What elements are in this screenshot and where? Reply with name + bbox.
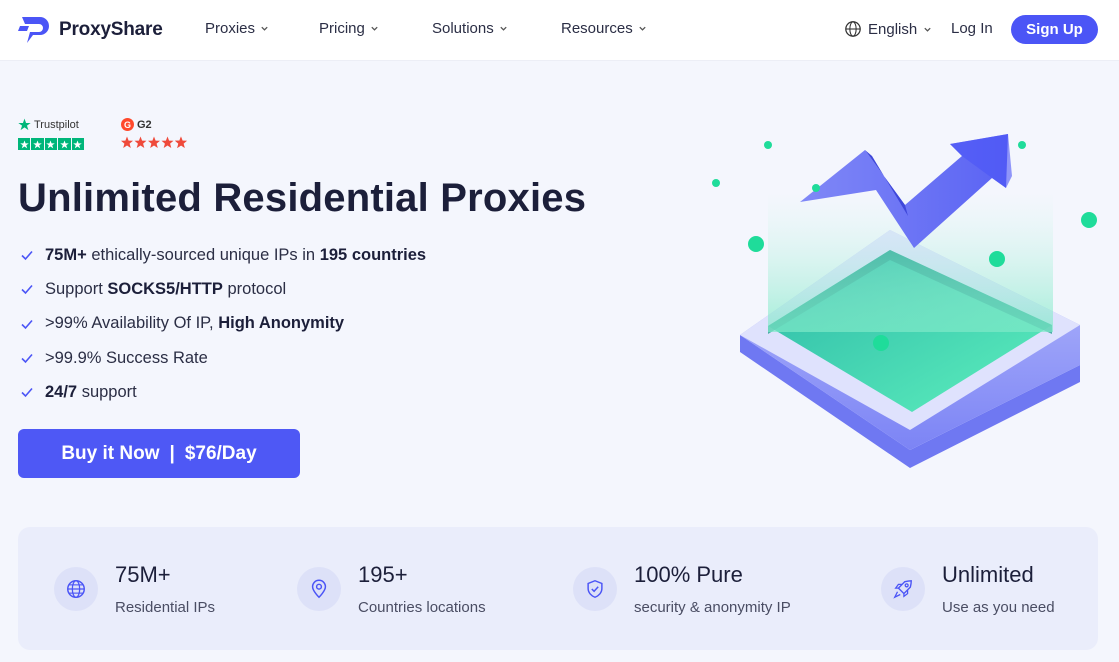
nav-resources[interactable]: Resources [561, 20, 647, 37]
feature-item: Support SOCKS5/HTTP protocol [18, 272, 426, 306]
chevron-down-icon [500, 26, 507, 31]
star-icon [31, 138, 44, 150]
mint-dot [764, 141, 772, 149]
stats-bar: 75M+ Residential IPs 195+ Countries loca… [18, 527, 1098, 650]
stat-value: 195+ [358, 561, 408, 587]
chevron-down-icon [639, 26, 646, 31]
shield-check-icon [587, 579, 603, 598]
nav-solutions-label: Solutions [432, 20, 494, 37]
g2-star-row-icon [121, 136, 187, 148]
check-icon [21, 354, 33, 364]
feature-text: >99% Availability Of IP, High Anonymity [45, 314, 345, 333]
buy-now-separator: | [169, 442, 175, 464]
check-icon [21, 388, 33, 398]
trustpilot-rating[interactable]: Trustpilot [18, 118, 84, 150]
chevron-down-icon [924, 27, 931, 32]
growth-platform-illustration [712, 134, 1097, 468]
stat-unlimited: Unlimited Use as you need [881, 527, 1055, 650]
nav-pricing-label: Pricing [319, 20, 365, 37]
stat-label: Countries locations [358, 598, 486, 616]
check-icon [21, 251, 33, 261]
brand-logo[interactable]: ProxyShare [18, 14, 163, 46]
location-pin-icon [311, 579, 327, 598]
nav-solutions[interactable]: Solutions [432, 20, 508, 37]
proxyshare-logo-icon [18, 17, 49, 43]
g2-label: G2 [137, 118, 152, 131]
g2-stars [121, 136, 189, 152]
star-icon [58, 138, 71, 150]
feature-text: 24/7 support [45, 382, 137, 401]
globe-icon [845, 21, 861, 37]
mint-dot [1081, 212, 1097, 228]
star-icon [18, 138, 31, 150]
signup-button[interactable]: Sign Up [1011, 15, 1098, 44]
check-icon [21, 319, 33, 329]
nav-proxies[interactable]: Proxies [205, 20, 269, 37]
buy-now-label: Buy it Now [61, 442, 160, 464]
mint-dot [712, 179, 720, 187]
nav-proxies-label: Proxies [205, 20, 256, 37]
g2-rating[interactable]: G G2 [121, 118, 189, 152]
stat-label: Residential IPs [115, 598, 216, 616]
mint-dot [748, 236, 764, 252]
language-label: English [868, 20, 918, 38]
feature-item: >99.9% Success Rate [18, 341, 426, 375]
mint-dot [1018, 141, 1026, 149]
star-icon [44, 138, 58, 150]
stat-purity: 100% Pure security & anonymity IP [573, 527, 791, 650]
trustpilot-label: Trustpilot [34, 118, 79, 131]
login-link[interactable]: Log In [951, 20, 993, 37]
stat-value: Unlimited [942, 561, 1034, 587]
g2-logo-icon: G [121, 118, 134, 131]
trustpilot-stars [18, 138, 84, 150]
chevron-down-icon [261, 26, 268, 31]
feature-item: 75M+ ethically-sourced unique IPs in 195… [18, 238, 426, 272]
chevron-down-icon [371, 26, 378, 31]
nav-pricing[interactable]: Pricing [319, 20, 379, 37]
mint-dot [989, 251, 1005, 267]
nav-resources-label: Resources [561, 20, 633, 37]
hero-title: Unlimited Residential Proxies [18, 176, 587, 220]
feature-item: 24/7 support [18, 375, 426, 409]
stat-countries: 195+ Countries locations [297, 527, 486, 650]
mint-dot [873, 335, 889, 351]
site-header: ProxyShare Proxies Pricing Solutions Res… [0, 0, 1119, 61]
stat-label: security & anonymity IP [634, 598, 791, 616]
feature-text: Support SOCKS5/HTTP protocol [45, 279, 287, 298]
stat-residential-ips: 75M+ Residential IPs [54, 527, 215, 650]
mint-dot [812, 184, 820, 192]
check-icon [21, 285, 33, 295]
stat-value: 75M+ [115, 561, 171, 587]
buy-now-button[interactable]: Buy it Now | $76/Day [18, 429, 300, 478]
feature-text: >99.9% Success Rate [45, 348, 208, 367]
rocket-icon [893, 579, 912, 599]
globe-icon [67, 579, 85, 598]
language-selector[interactable]: English [844, 20, 932, 38]
trustpilot-star-icon [18, 118, 31, 131]
brand-name: ProxyShare [59, 19, 163, 40]
buy-now-price: $76/Day [184, 442, 257, 464]
star-icon [71, 138, 84, 150]
stat-label: Use as you need [942, 598, 1055, 616]
feature-item: >99% Availability Of IP, High Anonymity [18, 307, 426, 341]
feature-text: 75M+ ethically-sourced unique IPs in 195… [45, 245, 427, 264]
stat-value: 100% Pure [634, 561, 743, 587]
feature-list: 75M+ ethically-sourced unique IPs in 195… [18, 238, 426, 409]
